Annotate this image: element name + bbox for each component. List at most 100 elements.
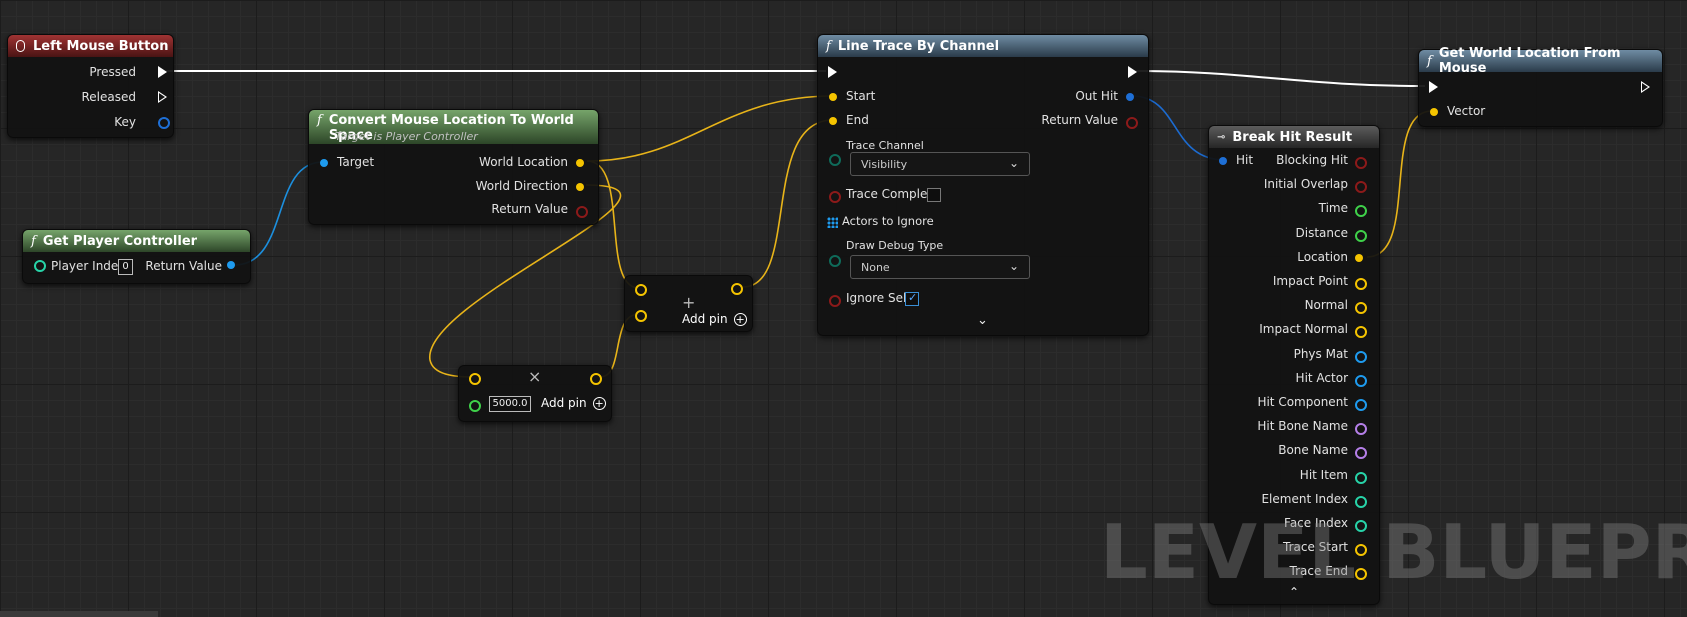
pin-normal[interactable] (1355, 302, 1367, 315)
pin-label-end: End (846, 113, 869, 127)
node-subtitle: Target is Player Controller (335, 130, 478, 143)
pin-label-initial-overlap: Initial Overlap (1263, 177, 1348, 192)
node-get-world-location-from-mouse[interactable]: f Get World Location From Mouse Vector (1418, 46, 1663, 127)
node-header: f Line Trace By Channel (818, 35, 1148, 57)
pin-label-vector: Vector (1447, 104, 1486, 118)
player-index-input[interactable]: 0 (118, 259, 133, 275)
bottom-scrollbar[interactable] (0, 611, 158, 617)
pin-world-direction[interactable] (576, 183, 584, 191)
pin-trace-complex[interactable] (829, 191, 841, 203)
pin-multiply-out[interactable] (590, 373, 602, 385)
pin-add-out[interactable] (731, 283, 743, 295)
pin-trace-channel[interactable] (829, 154, 841, 166)
node-multiply[interactable]: × 5000.0 Add pin + (458, 365, 612, 422)
pin-blocking-hit[interactable] (1355, 157, 1367, 169)
pin-hit-component[interactable] (1355, 399, 1367, 411)
pin-ignore-self[interactable] (829, 295, 841, 307)
expand-chevron-icon[interactable]: ⌄ (977, 313, 988, 328)
pin-label-world-location: World Location (479, 155, 568, 169)
plus-circle-icon: + (592, 397, 606, 410)
pin-label-distance: Distance (1295, 225, 1348, 240)
node-line-trace-by-channel[interactable]: f Line Trace By Channel Start Out Hit En… (817, 34, 1149, 336)
pin-label-hit-actor: Hit Actor (1295, 370, 1348, 385)
exec-pin-out[interactable] (1128, 66, 1137, 78)
pin-world-location[interactable] (576, 159, 584, 167)
pin-time[interactable] (1355, 205, 1367, 218)
pin-start[interactable] (829, 93, 837, 101)
pin-hit[interactable] (1219, 157, 1227, 165)
add-pin-button[interactable]: Add pin + (541, 396, 606, 410)
draw-debug-type-value: None (861, 260, 890, 274)
pin-bone-name[interactable] (1355, 447, 1367, 460)
pin-label-time: Time (1318, 201, 1348, 216)
trace-channel-dropdown[interactable]: Visibility ⌄ (850, 152, 1030, 176)
pin-player-index[interactable] (34, 260, 46, 272)
add-pin-label: Add pin (541, 396, 587, 410)
exec-pin-in[interactable] (1429, 81, 1438, 93)
trace-channel-value: Visibility (861, 157, 908, 171)
exec-pin-pressed[interactable] (158, 66, 167, 78)
function-icon: f (826, 38, 831, 54)
node-header: ⊸ Break Hit Result (1209, 126, 1379, 148)
chevron-down-icon: ⌄ (1008, 259, 1019, 273)
pin-label-phys-mat: Phys Mat (1293, 346, 1348, 361)
plus-icon: + (682, 293, 696, 312)
node-left-mouse-button[interactable]: Left Mouse Button Pressed Released Key (7, 34, 174, 138)
pin-label-player-index: Player Index (51, 259, 126, 273)
pin-impact-point[interactable] (1355, 278, 1367, 290)
pin-location[interactable] (1355, 253, 1363, 262)
ignore-self-checkbox[interactable] (905, 291, 919, 306)
pin-hit-bone-name[interactable] (1355, 423, 1367, 436)
exec-pin-in[interactable] (828, 66, 837, 78)
chevron-down-icon: ⌄ (1008, 156, 1019, 170)
pin-vector[interactable] (1430, 108, 1438, 116)
function-icon: f (1427, 53, 1432, 69)
function-icon: f (317, 113, 322, 128)
pin-multiply-b[interactable] (469, 400, 481, 412)
pin-key[interactable] (158, 117, 170, 129)
pin-return-value[interactable] (576, 206, 588, 218)
node-get-player-controller[interactable]: f Get Player Controller Player Index 0 R… (22, 229, 251, 284)
pin-add-b[interactable] (635, 310, 647, 322)
node-convert-mouse-location[interactable]: f Convert Mouse Location To World Space … (308, 109, 599, 225)
pin-multiply-a[interactable] (469, 373, 481, 385)
add-pin-label: Add pin (682, 312, 728, 326)
pin-label-released: Released (81, 90, 136, 104)
pin-impact-normal[interactable] (1355, 326, 1367, 339)
pin-target[interactable] (320, 159, 328, 167)
pin-label-normal: Normal (1304, 298, 1348, 313)
pin-hit-actor[interactable] (1355, 374, 1367, 387)
node-header: f Get Player Controller (23, 230, 250, 252)
node-title: Get Player Controller (42, 233, 198, 249)
level-blueprint-watermark: LEVEL BLUEPRINT (1100, 508, 1687, 596)
add-pin-button[interactable]: Add pin + (682, 312, 747, 326)
draw-debug-type-dropdown[interactable]: None ⌄ (850, 255, 1030, 279)
pin-phys-mat[interactable] (1355, 350, 1367, 363)
pin-initial-overlap[interactable] (1355, 181, 1367, 194)
pin-add-a[interactable] (635, 284, 647, 296)
pin-element-index[interactable] (1355, 495, 1367, 508)
pin-label-blocking-hit: Blocking Hit (1276, 153, 1348, 167)
pin-return-value[interactable] (1126, 117, 1138, 129)
pin-label-trace-channel: Trace Channel (846, 139, 924, 152)
pin-label-ignore-self: Ignore Self (846, 291, 911, 305)
pin-distance[interactable] (1355, 229, 1367, 242)
exec-pin-out[interactable] (1641, 81, 1650, 93)
trace-complex-checkbox[interactable] (927, 188, 941, 202)
pin-out-hit[interactable] (1126, 93, 1134, 101)
node-add[interactable]: + Add pin + (624, 275, 753, 332)
pin-return-value[interactable] (227, 261, 235, 269)
pin-label-out-hit: Out Hit (1075, 89, 1118, 103)
plus-circle-icon: + (733, 313, 747, 326)
pin-hit-item[interactable] (1355, 471, 1367, 484)
pin-label-hit: Hit (1236, 153, 1254, 167)
break-struct-icon: ⊸ (1217, 131, 1226, 143)
node-title: Get World Location From Mouse (1438, 46, 1621, 76)
pin-draw-debug-type[interactable] (829, 255, 841, 267)
exec-pin-released[interactable] (158, 91, 167, 103)
pin-label-element-index: Element Index (1261, 491, 1348, 506)
pin-label-return-value: Return Value (145, 259, 222, 273)
multiply-value-input[interactable]: 5000.0 (489, 396, 531, 412)
pin-end[interactable] (829, 117, 837, 125)
pin-label-return-value: Return Value (491, 202, 568, 216)
